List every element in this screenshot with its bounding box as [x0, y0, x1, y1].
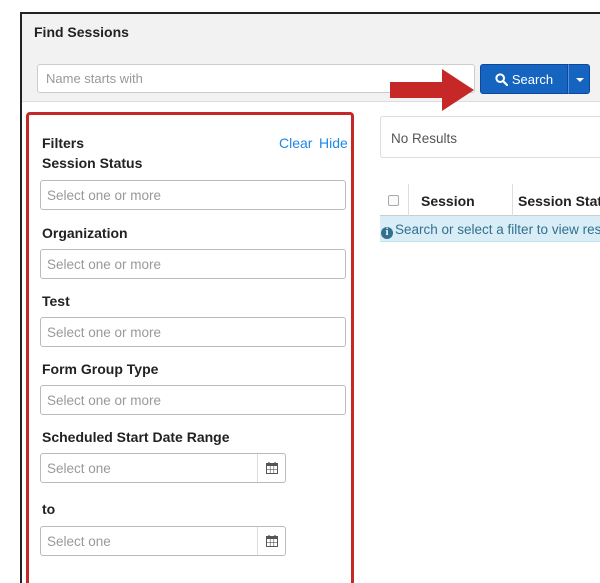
- test-select[interactable]: Select one or more: [40, 317, 346, 347]
- organization-label: Organization: [42, 225, 128, 241]
- select-all-checkbox[interactable]: [388, 195, 399, 206]
- date-range-label: Scheduled Start Date Range: [42, 429, 230, 445]
- search-bar: Search: [22, 52, 600, 111]
- column-header-session[interactable]: Session: [421, 193, 475, 209]
- search-icon: [495, 72, 508, 86]
- form-group-type-select[interactable]: Select one or more: [40, 385, 346, 415]
- column-divider: [408, 184, 409, 216]
- session-status-select[interactable]: Select one or more: [40, 180, 346, 210]
- results-summary: No Results: [380, 116, 600, 158]
- start-date-placeholder: Select one: [47, 461, 111, 476]
- table-info-row: i Search or select a filter to view resul…: [380, 216, 600, 242]
- column-divider: [512, 184, 513, 216]
- find-sessions-panel: Find Sessions Search Filters Clear Hide …: [20, 12, 600, 583]
- search-button-label: Search: [511, 71, 554, 87]
- column-header-session-status[interactable]: Session Status: [518, 193, 600, 209]
- info-message: i Search or select a filter to view resul…: [381, 222, 600, 239]
- organization-placeholder: Select one or more: [47, 257, 162, 272]
- hide-filters-link[interactable]: Hide: [319, 135, 348, 151]
- organization-select[interactable]: Select one or more: [40, 249, 346, 279]
- session-status-placeholder: Select one or more: [47, 188, 162, 203]
- calendar-icon[interactable]: [257, 454, 285, 482]
- arrow-right-icon: [390, 69, 474, 111]
- chevron-down-icon: [576, 78, 584, 82]
- end-date-field[interactable]: Select one: [40, 526, 286, 556]
- session-status-label: Session Status: [42, 155, 143, 171]
- filters-panel: Filters Clear Hide Session Status Select…: [26, 112, 354, 583]
- panel-header: Find Sessions: [22, 14, 600, 52]
- info-message-text: Search or select a filter to view result…: [395, 222, 600, 237]
- search-options-dropdown[interactable]: [568, 64, 590, 94]
- start-date-field[interactable]: Select one: [40, 453, 286, 483]
- calendar-icon[interactable]: [257, 527, 285, 555]
- results-summary-text: No Results: [391, 131, 458, 146]
- filters-title: Filters: [42, 135, 85, 151]
- test-label: Test: [42, 293, 70, 309]
- form-group-type-placeholder: Select one or more: [47, 393, 162, 408]
- info-icon: i: [381, 227, 393, 239]
- test-placeholder: Select one or more: [47, 325, 162, 340]
- end-date-placeholder: Select one: [47, 534, 111, 549]
- sessions-table: Session Session Status iSearch or select…: [380, 184, 600, 242]
- page-title: Find Sessions: [34, 24, 129, 40]
- table-header: Session Session Status: [380, 184, 600, 216]
- form-group-type-label: Form Group Type: [42, 361, 159, 377]
- clear-filters-link[interactable]: Clear: [279, 135, 312, 151]
- search-button[interactable]: Search: [480, 64, 568, 94]
- date-range-to-label: to: [42, 501, 56, 517]
